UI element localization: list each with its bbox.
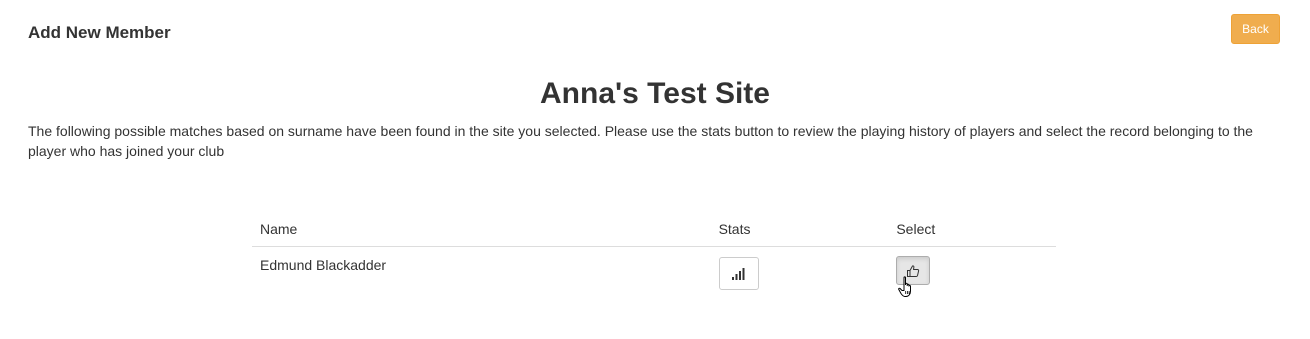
member-name-cell: Edmund Blackadder [260, 257, 387, 273]
stats-cell [711, 247, 889, 304]
back-button[interactable]: Back [1231, 14, 1280, 44]
page-title: Add New Member [28, 23, 171, 42]
signal-bars-icon [731, 267, 745, 280]
column-header-stats: Stats [710, 212, 889, 247]
matches-table: Name Stats Select Edmund Blackadder [252, 212, 1056, 303]
intro-text: The following possible matches based on … [28, 123, 1253, 159]
table-row: Edmund Blackadder [252, 247, 1056, 304]
column-header-name: Name [252, 212, 711, 247]
select-cell [888, 247, 1056, 304]
site-heading: Anna's Test Site [540, 77, 770, 110]
select-button[interactable] [896, 256, 931, 285]
thumbs-up-icon [907, 264, 920, 277]
table-header-row: Name Stats Select [252, 212, 1056, 247]
column-header-select: Select [888, 212, 1056, 247]
stats-button[interactable] [718, 257, 759, 290]
